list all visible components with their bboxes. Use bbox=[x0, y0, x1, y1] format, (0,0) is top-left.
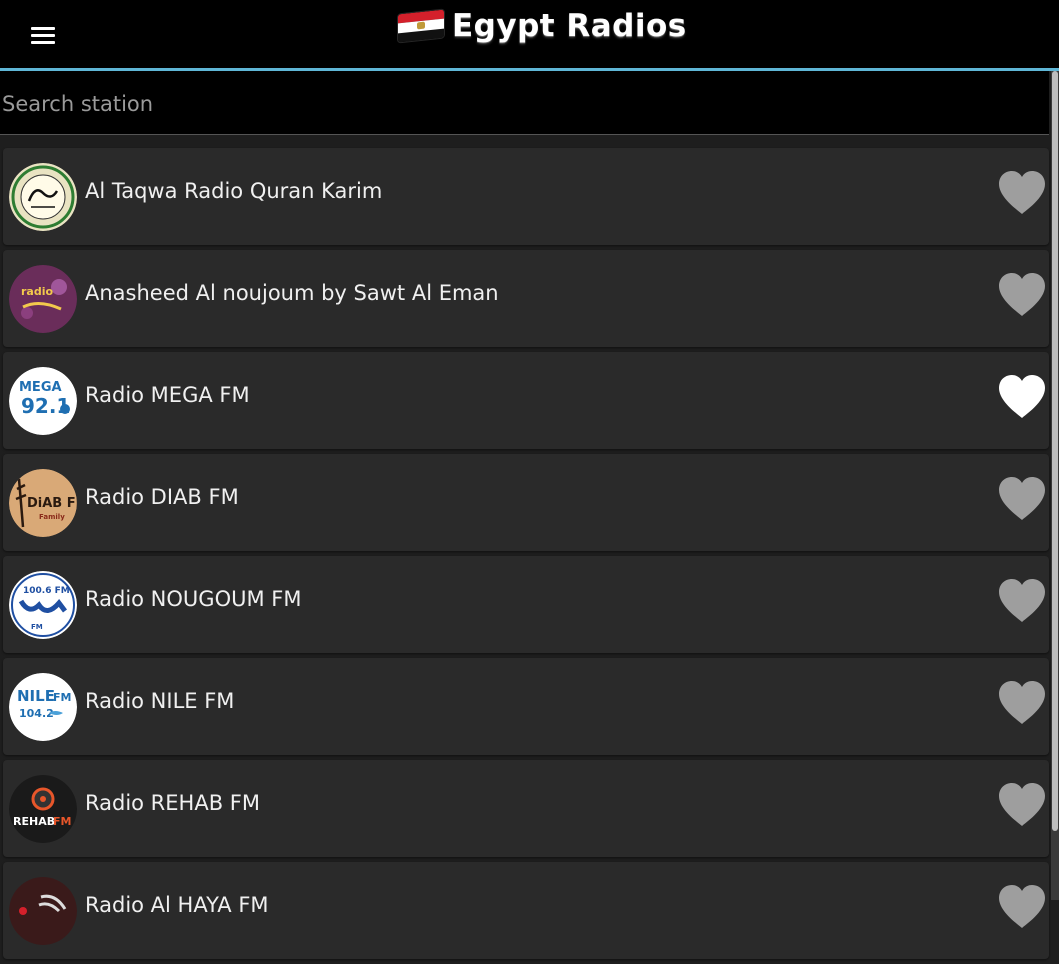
favorite-heart-icon[interactable] bbox=[995, 882, 1049, 932]
favorite-heart-icon[interactable] bbox=[995, 372, 1049, 422]
scrollbar-thumb[interactable] bbox=[1052, 71, 1058, 831]
station-list-item[interactable]: Radio Al HAYA FM bbox=[3, 862, 1049, 959]
station-name: Anasheed Al noujoum by Sawt Al Eman bbox=[85, 281, 499, 305]
svg-text:FM: FM bbox=[31, 623, 43, 631]
svg-text:100.6 FM: 100.6 FM bbox=[23, 586, 70, 596]
favorite-heart-icon[interactable] bbox=[995, 576, 1049, 626]
svg-text:FM: FM bbox=[53, 815, 71, 828]
favorite-heart-icon[interactable] bbox=[995, 474, 1049, 524]
station-logo-icon: MEGA 92.1 bbox=[9, 367, 77, 435]
station-logo-icon: radio bbox=[9, 265, 77, 333]
svg-text:Family: Family bbox=[39, 513, 65, 521]
station-name: Al Taqwa Radio Quran Karim bbox=[85, 179, 383, 203]
svg-text:REHAB: REHAB bbox=[13, 815, 55, 828]
station-name: Radio NILE FM bbox=[85, 689, 235, 713]
station-name: Radio NOUGOUM FM bbox=[85, 587, 302, 611]
station-logo-icon: 100.6 FM FM bbox=[9, 571, 77, 639]
search-input[interactable] bbox=[0, 89, 1042, 119]
svg-text:radio: radio bbox=[21, 285, 53, 298]
favorite-heart-icon[interactable] bbox=[995, 270, 1049, 320]
app-title-group: Egypt Radios bbox=[398, 6, 687, 46]
station-list-item[interactable]: NILE FM 104.2 Radio NILE FM bbox=[3, 658, 1049, 755]
station-list: Al Taqwa Radio Quran Karim radio Anasheed … bbox=[3, 148, 1049, 964]
station-list-item[interactable]: MEGA 92.1 Radio MEGA FM bbox=[3, 352, 1049, 449]
station-list-item[interactable]: REHAB FM Radio REHAB FM bbox=[3, 760, 1049, 857]
favorite-heart-icon[interactable] bbox=[995, 780, 1049, 830]
station-logo-icon bbox=[9, 163, 77, 231]
station-name: Radio Al HAYA FM bbox=[85, 893, 269, 917]
station-logo-icon: DiAB FM Family bbox=[9, 469, 77, 537]
station-logo-icon: NILE FM 104.2 bbox=[9, 673, 77, 741]
station-list-item[interactable]: radio Anasheed Al noujoum by Sawt Al Eman bbox=[3, 250, 1049, 347]
station-list-item[interactable]: DiAB FM Family Radio DIAB FM bbox=[3, 454, 1049, 551]
hamburger-menu-icon[interactable] bbox=[31, 27, 55, 47]
app-title: Egypt Radios bbox=[452, 8, 687, 44]
station-name: Radio MEGA FM bbox=[85, 383, 250, 407]
station-list-item[interactable]: Al Taqwa Radio Quran Karim bbox=[3, 148, 1049, 245]
station-list-item[interactable]: 100.6 FM FM Radio NOUGOUM FM bbox=[3, 556, 1049, 653]
svg-text:FM: FM bbox=[53, 691, 71, 704]
favorite-heart-icon[interactable] bbox=[995, 168, 1049, 218]
station-name: Radio REHAB FM bbox=[85, 791, 260, 815]
scrollbar[interactable] bbox=[1051, 71, 1059, 900]
svg-text:104.2: 104.2 bbox=[19, 707, 54, 720]
svg-text:DiAB FM: DiAB FM bbox=[27, 496, 77, 511]
app-bar: Egypt Radios bbox=[0, 0, 1059, 71]
station-name: Radio DIAB FM bbox=[85, 485, 239, 509]
station-logo-icon bbox=[9, 877, 77, 945]
svg-text:NILE: NILE bbox=[17, 687, 55, 705]
favorite-heart-icon[interactable] bbox=[995, 678, 1049, 728]
search-bar bbox=[0, 71, 1049, 135]
station-logo-icon: REHAB FM bbox=[9, 775, 77, 843]
svg-text:MEGA: MEGA bbox=[19, 380, 62, 395]
egypt-flag-icon bbox=[398, 9, 444, 43]
